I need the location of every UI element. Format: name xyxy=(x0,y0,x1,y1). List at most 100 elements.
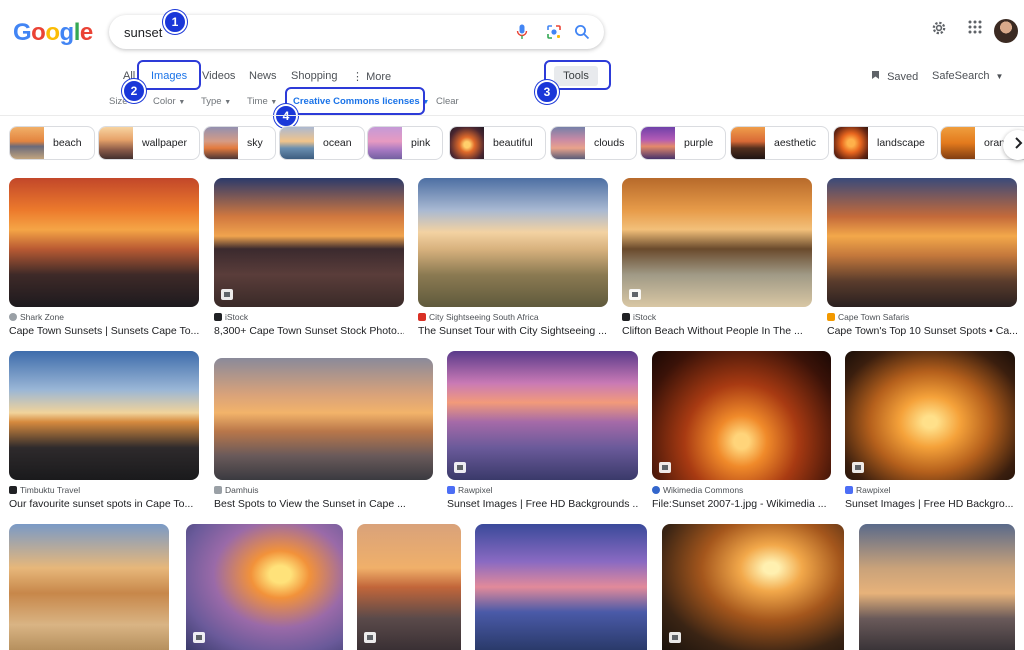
tab-more[interactable]: ⋮ More xyxy=(352,70,391,83)
search-input[interactable]: sunset xyxy=(124,25,162,40)
search-icon[interactable] xyxy=(573,23,591,41)
result-source[interactable]: Damhuis xyxy=(214,485,433,495)
result-title[interactable]: File:Sunset 2007-1.jpg - Wikimedia ... xyxy=(652,498,831,510)
logo-letter: g xyxy=(59,19,75,46)
filter-type[interactable]: Type ▼ xyxy=(201,96,231,107)
result-image[interactable] xyxy=(447,351,638,480)
site-favicon xyxy=(845,486,853,494)
result-title[interactable]: Cape Town Sunsets | Sunsets Cape To... xyxy=(9,325,199,337)
result-source[interactable]: iStock xyxy=(622,312,812,322)
account-avatar[interactable] xyxy=(994,19,1018,43)
result-image[interactable] xyxy=(418,178,608,307)
image-result[interactable]: Rawpixel Sunset Images | Free HD Backgro… xyxy=(447,351,638,510)
result-title[interactable]: The Sunset Tour with City Sightseeing ..… xyxy=(418,325,608,337)
chevron-right-icon xyxy=(1013,136,1023,154)
caret-down-icon: ▼ xyxy=(178,99,186,106)
result-image[interactable] xyxy=(827,178,1017,307)
result-source[interactable]: City Sightseeing South Africa xyxy=(418,312,608,322)
image-result[interactable]: Wikimedia Commons File:Sunset 2007-1.jpg… xyxy=(652,351,831,510)
image-result[interactable]: City Sightseeing South Africa The Sunset… xyxy=(418,178,608,337)
result-title[interactable]: Best Spots to View the Sunset in Cape ..… xyxy=(214,498,433,510)
result-source[interactable]: Rawpixel xyxy=(845,485,1015,495)
result-source[interactable]: iStock xyxy=(214,312,404,322)
chip-clouds[interactable]: clouds xyxy=(550,126,638,160)
result-image[interactable] xyxy=(9,351,199,480)
result-title[interactable]: Sunset Images | Free HD Backgro... xyxy=(845,498,1015,510)
tab-shopping[interactable]: Shopping xyxy=(291,70,338,82)
saved-button[interactable]: Saved xyxy=(871,70,918,83)
safesearch-label: SafeSearch xyxy=(932,70,990,82)
chip-landscape[interactable]: landscape xyxy=(833,126,938,160)
annotation-badge-3: 3 xyxy=(535,80,559,104)
result-source-label: Rawpixel xyxy=(856,485,891,495)
result-title[interactable]: Sunset Images | Free HD Backgrounds ... xyxy=(447,498,638,510)
filter-clear[interactable]: Clear xyxy=(436,96,459,107)
chip-aesthetic[interactable]: aesthetic xyxy=(730,126,830,160)
chip-pink[interactable]: pink xyxy=(367,126,444,160)
chip-ocean[interactable]: ocean xyxy=(279,126,365,160)
result-source[interactable]: Shark Zone xyxy=(9,312,199,322)
result-source-label: Timbuktu Travel xyxy=(20,485,81,495)
chip-thumbnail xyxy=(941,127,975,159)
filter-time-label: Time xyxy=(247,96,268,107)
image-result[interactable]: Timbuktu Travel Our favourite sunset spo… xyxy=(9,351,199,510)
result-title[interactable]: Our favourite sunset spots in Cape To... xyxy=(9,498,199,510)
image-result[interactable] xyxy=(859,524,1015,650)
safesearch-menu[interactable]: SafeSearch ▼ xyxy=(932,70,1003,82)
result-source-label: iStock xyxy=(633,312,657,322)
lens-icon[interactable] xyxy=(545,23,563,41)
result-source[interactable]: Cape Town Safaris xyxy=(827,312,1017,322)
image-result[interactable]: iStock Clifton Beach Without People In T… xyxy=(622,178,812,337)
result-image[interactable] xyxy=(214,358,433,480)
result-image[interactable] xyxy=(357,524,461,650)
chip-label: aesthetic xyxy=(774,137,817,149)
result-source-label: City Sightseeing South Africa xyxy=(429,312,539,322)
chip-wallpaper[interactable]: wallpaper xyxy=(98,126,200,160)
result-image[interactable] xyxy=(845,351,1015,480)
result-title[interactable]: Cape Town's Top 10 Sunset Spots • Ca... xyxy=(827,325,1017,337)
site-favicon xyxy=(214,486,222,494)
annotation-box-images xyxy=(137,60,201,90)
result-source[interactable]: Wikimedia Commons xyxy=(652,485,831,495)
result-image[interactable] xyxy=(214,178,404,307)
image-result[interactable] xyxy=(186,524,343,650)
result-source[interactable]: Rawpixel xyxy=(447,485,638,495)
image-result[interactable] xyxy=(9,524,169,650)
image-result[interactable]: iStock 8,300+ Cape Town Sunset Stock Pho… xyxy=(214,178,404,337)
image-result[interactable]: Cape Town Safaris Cape Town's Top 10 Sun… xyxy=(827,178,1017,337)
result-image[interactable] xyxy=(9,178,199,307)
apps-icon[interactable] xyxy=(968,20,982,39)
chip-beach[interactable]: beach xyxy=(9,126,95,160)
tab-news[interactable]: News xyxy=(249,70,277,82)
google-logo[interactable]: Google xyxy=(13,19,93,47)
image-result[interactable] xyxy=(475,524,647,650)
chip-purple[interactable]: purple xyxy=(640,126,727,160)
result-title[interactable]: 8,300+ Cape Town Sunset Stock Photo... xyxy=(214,325,404,337)
image-result[interactable]: Rawpixel Sunset Images | Free HD Backgro… xyxy=(845,351,1015,510)
filter-color[interactable]: Color ▼ xyxy=(153,96,185,107)
image-result[interactable] xyxy=(357,524,461,650)
result-image[interactable] xyxy=(662,524,844,650)
chip-thumbnail xyxy=(450,127,484,159)
result-title[interactable]: Clifton Beach Without People In The ... xyxy=(622,325,812,337)
settings-icon[interactable] xyxy=(931,20,947,41)
microphone-icon[interactable] xyxy=(513,23,531,41)
tab-videos[interactable]: Videos xyxy=(202,70,235,82)
tab-more-label: More xyxy=(366,71,392,83)
chip-thumbnail xyxy=(368,127,402,159)
result-source[interactable]: Timbuktu Travel xyxy=(9,485,199,495)
filter-time[interactable]: Time ▼ xyxy=(247,96,277,107)
site-favicon xyxy=(827,313,835,321)
chip-beautiful[interactable]: beautiful xyxy=(449,126,546,160)
result-image[interactable] xyxy=(186,524,343,650)
chip-label: landscape xyxy=(877,137,925,149)
result-image[interactable] xyxy=(622,178,812,307)
image-result[interactable]: Shark Zone Cape Town Sunsets | Sunsets C… xyxy=(9,178,199,337)
result-image[interactable] xyxy=(859,524,1015,650)
image-result[interactable]: Damhuis Best Spots to View the Sunset in… xyxy=(214,358,433,510)
result-image[interactable] xyxy=(652,351,831,480)
result-image[interactable] xyxy=(475,524,647,650)
chip-sky[interactable]: sky xyxy=(203,126,276,160)
result-image[interactable] xyxy=(9,524,169,650)
image-result[interactable] xyxy=(662,524,844,650)
